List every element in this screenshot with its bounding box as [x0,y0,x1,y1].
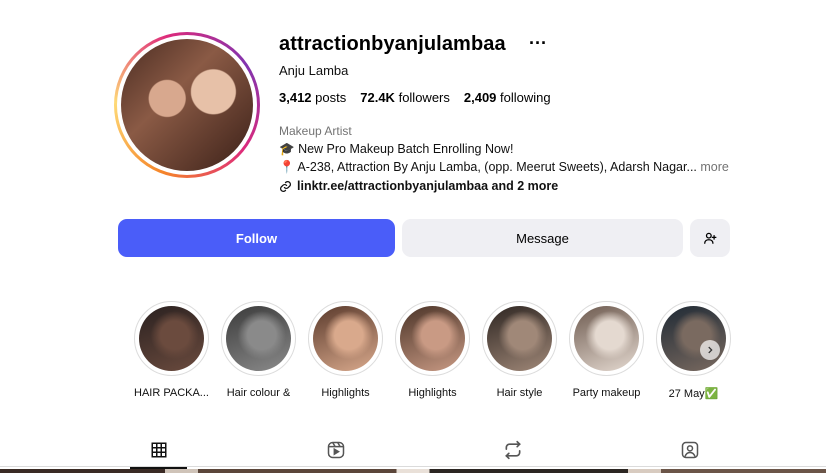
followers-stat[interactable]: 72.4K followers [360,90,450,105]
posts-count: 3,412 [279,90,312,105]
highlight-item[interactable]: Highlights [302,301,389,400]
tab-reels[interactable] [323,438,349,462]
story-highlights: HAIR PACKA... Hair colour & Highlights High… [128,301,737,400]
avatar[interactable] [121,39,253,171]
repost-icon [505,440,521,460]
tagged-icon [681,441,699,459]
highlight-cover [313,306,378,371]
tab-posts[interactable] [146,438,172,462]
message-button[interactable]: Message [402,219,683,257]
link-icon [280,180,291,192]
avatar-border [117,35,257,175]
highlights-next-button[interactable] [700,340,720,360]
profile-avatar-ring[interactable] [114,32,260,178]
tab-reposts[interactable] [500,438,526,462]
highlight-ring [221,301,296,376]
profile-stats: 3,412 posts 72.4K followers 2,409 follow… [279,90,551,105]
highlight-label: HAIR PACKA... [134,387,209,399]
following-count: 2,409 [463,90,497,105]
highlight-label: Highlights [321,387,370,399]
highlight-ring [395,301,470,376]
tab-tagged[interactable] [677,438,703,462]
highlight-ring [656,301,731,376]
highlight-item[interactable]: Highlights [389,301,476,400]
highlight-cover [661,306,726,371]
add-person-icon [704,232,717,244]
highlight-ring [308,301,383,376]
highlight-cover [139,306,204,371]
full-name: Anju Lamba [279,63,349,78]
chevron-right-icon [708,346,713,354]
profile-link[interactable]: linktr.ee/attractionbyanjulambaa and 2 m… [279,179,558,193]
bio-line-1: 🎓 New Pro Makeup Batch Enrolling Now! [279,142,513,157]
highlight-ring [569,301,644,376]
posts-label: posts [315,90,347,105]
highlight-cover [400,306,465,371]
highlight-label: Party makeup [572,387,641,399]
highlight-label: 27 May✅ [668,388,719,400]
highlight-item[interactable]: Hair colour & [215,301,302,400]
highlight-cover [574,306,639,371]
highlight-cover [487,306,552,371]
grid-icon [151,442,167,458]
following-label: following [500,90,551,105]
profile-category: Makeup Artist [279,124,352,138]
highlight-ring [134,301,209,376]
posts-grid-preview[interactable] [0,469,826,473]
more-options-icon[interactable]: ··· [529,33,547,54]
highlight-item[interactable]: Hair style [476,301,563,400]
followers-count: 72.4K [360,90,395,105]
highlight-ring [482,301,557,376]
highlight-label: Highlights [408,387,457,399]
highlight-label: Hair style [496,387,543,399]
highlight-item[interactable]: HAIR PACKA... [128,301,215,400]
followers-label: followers [398,90,450,105]
highlight-item[interactable]: 27 May✅ [650,301,737,400]
add-user-button[interactable] [690,219,730,257]
graduation-cap-icon: 🎓 [279,142,295,156]
follow-button[interactable]: Follow [118,219,395,257]
following-stat[interactable]: 2,409 following [464,90,551,105]
bio-text-2: A-238, Attraction By Anju Lamba, (opp. M… [297,160,697,174]
username: attractionbyanjulambaa [279,33,506,55]
bio-line-2: 📍 A-238, Attraction By Anju Lamba, (opp.… [279,160,729,175]
bio-text-1: New Pro Makeup Batch Enrolling Now! [298,142,514,156]
highlight-label: Hair colour & [226,387,291,399]
profile-link-text: linktr.ee/attractionbyanjulambaa and 2 m… [297,179,559,193]
reels-icon [327,441,345,459]
highlight-cover [226,306,291,371]
tabs-divider [0,466,826,467]
pin-icon: 📍 [279,160,295,174]
highlight-item[interactable]: Party makeup [563,301,650,400]
bio-more-link[interactable]: more [700,160,728,174]
posts-stat: 3,412 posts [279,90,346,105]
